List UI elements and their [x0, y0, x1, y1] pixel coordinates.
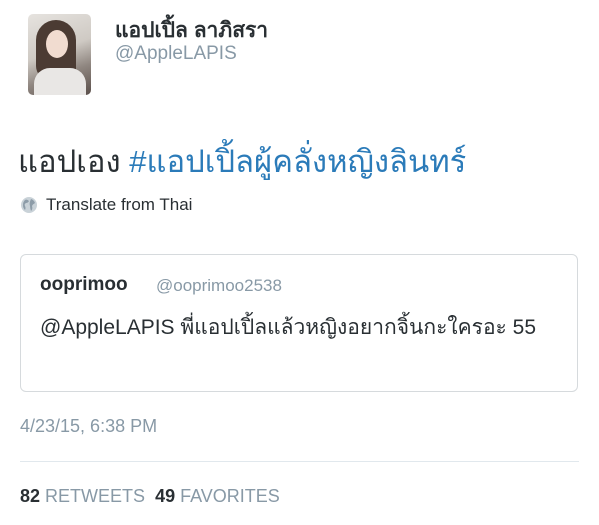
tweet-stats: 82 RETWEETS 49 FAVORITES	[20, 486, 280, 507]
translate-label: Translate from Thai	[46, 195, 193, 214]
author-avatar[interactable]	[28, 14, 91, 95]
avatar-face	[46, 30, 68, 58]
favorites-count: 49	[155, 486, 176, 506]
tweet-hashtag-link[interactable]: #แอปเปิ้ลผู้คลั่งหญิงลินทร์	[129, 144, 466, 179]
retweets-count: 82	[20, 486, 41, 506]
globe-icon	[21, 197, 37, 213]
retweets-stat[interactable]: 82 RETWEETS	[20, 486, 145, 506]
retweets-label: RETWEETS	[45, 486, 146, 506]
quoted-tweet-card[interactable]: ooprimoo @ooprimoo2538 @AppleLAPIS พี่แอ…	[20, 254, 578, 392]
favorites-stat[interactable]: 49 FAVORITES	[155, 486, 280, 506]
favorites-label: FAVORITES	[180, 486, 280, 506]
avatar-shirt	[34, 68, 86, 95]
translate-link[interactable]: Translate from Thai	[20, 195, 192, 215]
quoted-tweet-text: @AppleLAPIS พี่แอปเปิ้ลแล้วหญิงอยากจิ้นก…	[40, 316, 537, 339]
tweet-text: แอปเอง #แอปเปิ้ลผู้คลั่งหญิงลินทร์	[18, 136, 466, 186]
quoted-tweet-name[interactable]: ooprimoo	[40, 274, 128, 296]
tweet-text-plain: แอปเอง	[18, 144, 130, 179]
divider	[20, 461, 579, 462]
tweet-timestamp: 4/23/15, 6:38 PM	[20, 416, 158, 436]
author-handle[interactable]: @AppleLAPIS	[115, 43, 237, 65]
quoted-tweet-handle[interactable]: @ooprimoo2538	[156, 276, 282, 296]
